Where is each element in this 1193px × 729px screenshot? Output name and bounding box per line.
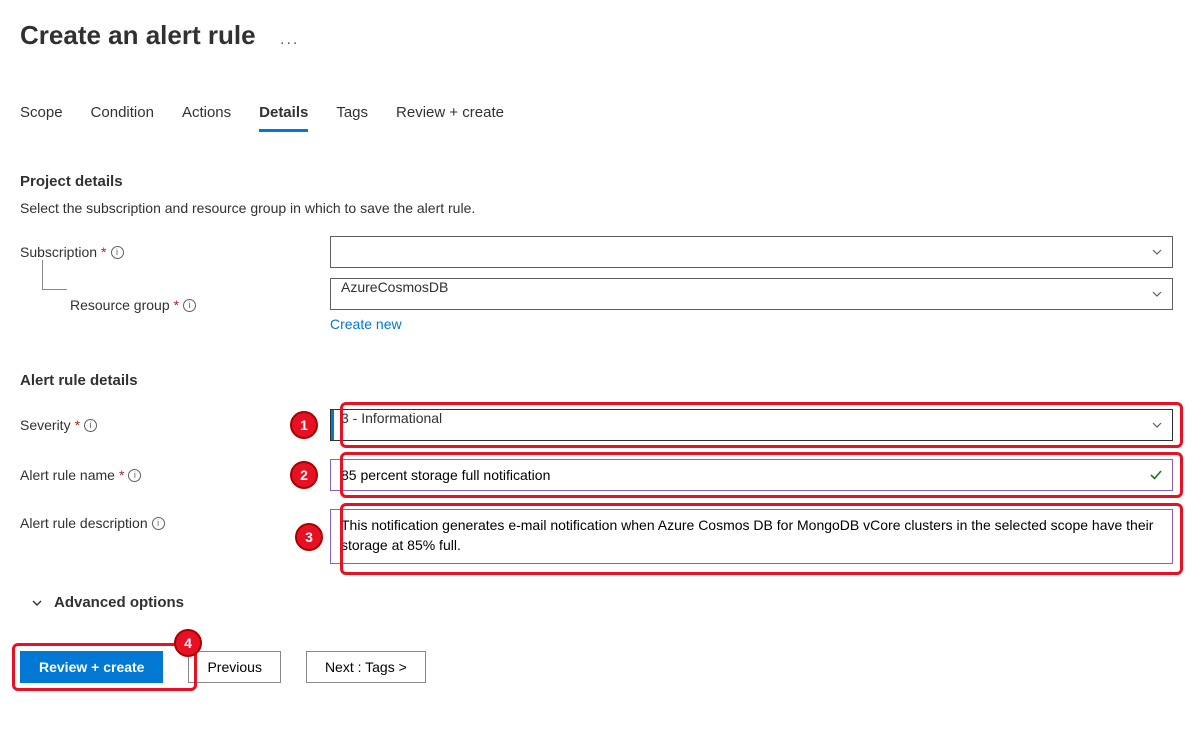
info-icon[interactable]: i: [111, 246, 124, 259]
tab-review-create[interactable]: Review + create: [396, 104, 504, 132]
severity-label: Severity * i: [20, 417, 330, 433]
alert-name-row: 2 Alert rule name * i: [20, 459, 1173, 491]
tab-tags[interactable]: Tags: [336, 104, 368, 132]
severity-select[interactable]: 3 - Informational: [330, 409, 1173, 441]
info-icon[interactable]: i: [152, 517, 165, 530]
callout-badge: 4: [174, 629, 202, 657]
tab-actions[interactable]: Actions: [182, 104, 231, 132]
subscription-label: Subscription * i: [20, 244, 330, 260]
project-details-description: Select the subscription and resource gro…: [20, 200, 1173, 216]
next-tags-button[interactable]: Next : Tags >: [306, 651, 426, 683]
tab-scope[interactable]: Scope: [20, 104, 63, 132]
tab-condition[interactable]: Condition: [91, 104, 154, 132]
alert-name-label: Alert rule name * i: [20, 467, 330, 483]
callout-badge: 1: [290, 411, 318, 439]
alert-name-input[interactable]: [330, 459, 1173, 491]
callout-badge: 3: [295, 523, 323, 551]
alert-description-row: 3 Alert rule description i: [20, 509, 1173, 569]
resource-group-row: Resource group * i AzureCosmosDB Create …: [20, 278, 1173, 332]
required-marker: *: [174, 297, 179, 313]
previous-button[interactable]: Previous: [188, 651, 280, 683]
callout-badge: 2: [290, 461, 318, 489]
footer-buttons: 4 Review + create Previous Next : Tags >: [20, 646, 1173, 683]
tab-details[interactable]: Details: [259, 104, 308, 132]
page-title: Create an alert rule: [20, 20, 256, 51]
chevron-down-icon: [30, 596, 44, 610]
severity-row: 1 Severity * i 3 - Informational: [20, 409, 1173, 441]
more-menu-icon[interactable]: ...: [280, 31, 299, 49]
subscription-row: Subscription * i: [20, 236, 1173, 268]
review-create-button[interactable]: Review + create: [20, 651, 163, 683]
tree-connector: [42, 260, 67, 290]
advanced-options-toggle[interactable]: Advanced options: [30, 594, 1173, 611]
info-icon[interactable]: i: [84, 419, 97, 432]
alert-rule-details-heading: Alert rule details: [20, 372, 1173, 389]
alert-description-textarea[interactable]: [330, 509, 1173, 564]
required-marker: *: [101, 244, 106, 260]
info-icon[interactable]: i: [128, 469, 141, 482]
alert-description-label: Alert rule description i: [20, 509, 330, 531]
create-new-link[interactable]: Create new: [330, 316, 1173, 332]
tab-bar: Scope Condition Actions Details Tags Rev…: [20, 104, 1173, 133]
advanced-options-label: Advanced options: [54, 594, 184, 611]
required-marker: *: [119, 467, 124, 483]
page-header: Create an alert rule ...: [20, 20, 1173, 59]
subscription-select[interactable]: [330, 236, 1173, 268]
resource-group-label: Resource group * i: [70, 297, 330, 313]
resource-group-select[interactable]: AzureCosmosDB: [330, 278, 1173, 310]
info-icon[interactable]: i: [183, 299, 196, 312]
project-details-heading: Project details: [20, 173, 1173, 190]
required-marker: *: [75, 417, 80, 433]
